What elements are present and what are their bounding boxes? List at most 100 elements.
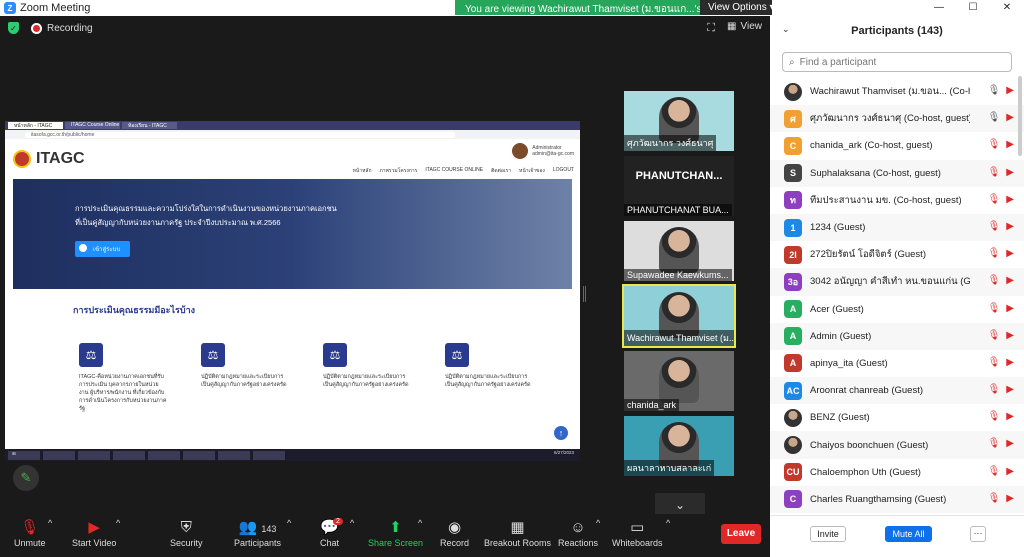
view-button[interactable]: ▦ View [727,21,762,32]
site-nav-item[interactable]: ภาพรวมโครงการ [380,167,418,175]
participant-row[interactable]: CU Chaloemphon Uth (Guest) 🎙 ▶ [770,459,1024,486]
more-options-button[interactable]: ··· [970,526,986,542]
close-icon[interactable]: ✕ [990,0,1024,16]
reactions-button[interactable]: ☺ Reactions [558,518,598,548]
hero-login-button[interactable]: เข้าสู่ระบบ [75,241,131,257]
minimize-icon[interactable]: — [922,0,956,16]
browser-tab[interactable]: ห้องเรียน - ITAGC [122,122,177,129]
chevron-up-icon[interactable]: ^ [596,518,600,528]
participant-search: ⌕ [782,52,1012,72]
taskbar-item[interactable] [183,450,215,460]
site-user[interactable]: Administrator admin@ita-gc.com [512,143,574,159]
view-label: View [740,21,763,32]
mic-off-icon: 🎙 [987,302,1001,314]
video-thumbnail[interactable]: ผลนาลาหาบสลาละเก่ [624,416,734,476]
participant-row[interactable]: C Charles Ruangthamsing (Guest) 🎙 ▶ [770,485,1024,513]
record-button[interactable]: ◉ Record [440,518,469,548]
record-label: Record [440,538,470,548]
view-options-button[interactable]: View Options ▾ [700,0,775,15]
participant-row[interactable]: Chaiyos boonchuen (Guest) 🎙 ▶ [770,431,1024,459]
recording-label: Recording [47,22,93,34]
browser-url[interactable]: itasofa.gcc.or.th/public/home [25,131,455,138]
site-nav-item[interactable]: ติดต่อเรา [491,167,511,175]
thumbnail-display-name: PHANUTCHAN... [635,170,723,182]
leave-button[interactable]: Leave [721,524,761,544]
taskbar-item[interactable] [148,450,180,460]
unmute-button[interactable]: 🎙 Unmute [14,518,46,548]
window-title: Zoom Meeting [20,2,91,14]
info-card[interactable]: ⚖ ปฏิบัติตามกฎหมายและระเบียบการเป็นคู่สั… [201,343,289,413]
annotate-pen-icon[interactable]: ✎ [13,465,39,491]
fullscreen-icon[interactable]: ⛶ [707,22,715,35]
search-input[interactable] [799,56,1000,68]
chat-button[interactable]: 💬 2 Chat [320,518,343,548]
chevron-up-icon[interactable]: ^ [418,518,422,528]
site-nav-item[interactable]: หน้าหลัก [353,167,372,175]
participant-row[interactable]: A Acer (Guest) 🎙 ▶ [770,296,1024,323]
video-thumbnail[interactable]: chanida_ark [624,351,734,411]
shared-screen[interactable]: หน้าหลัก - ITAGC ITAGC Course Online ห้อ… [5,121,580,461]
share-screen-button[interactable]: ⬆ Share Screen [368,518,423,548]
split-resize-handle[interactable] [583,286,586,302]
participant-row[interactable]: BENZ (Guest) 🎙 ▶ [770,404,1024,431]
avatar [784,408,802,427]
participant-row[interactable]: S Suphalaksana (Co-host, guest) 🎙 ▶ [770,159,1024,187]
info-card[interactable]: ⚖ ITAGC-คือหน่วยงานภาคเอกชนที่รับการประเ… [79,343,167,413]
encryption-shield-icon[interactable]: ✓ [8,22,19,34]
info-card[interactable]: ⚖ ปฏิบัติตามกฎหมายและระเบียบการเป็นคู่สั… [323,343,411,413]
taskbar-item[interactable] [218,450,250,460]
site-nav-item[interactable]: LOGOUT [553,167,574,175]
participant-row[interactable]: Cchanida_ark (Co-host, guest) 🎙 ▶ [770,132,1024,159]
maximize-icon[interactable]: ☐ [956,0,990,16]
taskbar-item[interactable] [43,450,75,460]
taskbar-item[interactable] [113,450,145,460]
browser-url-bar: itasofa.gcc.or.th/public/home [5,130,580,139]
participant-row[interactable]: Aapinya_ita (Guest) 🎙 ▶ [770,350,1024,377]
participant-video-feed [659,227,699,273]
invite-button[interactable]: Invite [810,526,846,542]
participant-name: apinya_ita (Guest) [810,357,888,369]
info-card[interactable]: ⚖ ปฏิบัติตามกฎหมายและระเบียบการเป็นคู่สั… [445,343,533,413]
card-row: ⚖ ITAGC-คือหน่วยงานภาคเอกชนที่รับการประเ… [79,343,533,413]
chevron-up-icon[interactable]: ^ [350,518,354,528]
participant-row[interactable]: ททีมประสานงาน มข. (Co-host, guest) 🎙 ▶ [770,187,1024,214]
browser-tab[interactable]: หน้าหลัก - ITAGC [8,122,63,129]
participant-row[interactable]: ศศุภวัฒนากร วงศ์ธนาศุ (Co-host, guest) 🎙 ▶ [770,105,1024,133]
site-nav-item[interactable]: ITAGC COURSE ONLINE [425,167,483,175]
mute-all-button[interactable]: Mute All [885,526,932,542]
whiteboards-button[interactable]: ▭ Whiteboards [612,518,663,548]
participants-button[interactable]: 👥 143 Participants [234,518,281,548]
chevron-down-icon[interactable]: ⌄ [782,24,790,35]
breakout-rooms-button[interactable]: ▦ Breakout Rooms [484,518,551,548]
video-thumbnail[interactable]: PHANUTCHAN... PHANUTCHANAT BUA... [624,156,734,216]
participant-row[interactable]: 3อ 3042 อนัญญา คำสีเทำ หน.ขอนแก่น (Guest)… [770,268,1024,296]
security-button[interactable]: ⛨ Security [170,518,203,548]
mic-off-icon: 🎙 [987,356,1001,368]
participant-list-scrollbar[interactable] [1018,76,1022,156]
chevron-up-icon[interactable]: ^ [48,518,52,528]
chevron-up-icon[interactable]: ^ [287,518,291,528]
chevron-up-icon[interactable]: ^ [116,518,120,528]
taskbar-item[interactable] [253,450,285,460]
taskbar-item[interactable] [78,450,110,460]
site-nav-item[interactable]: หน้าเจ้าของ [519,167,545,175]
video-thumbnail[interactable]: ศุภวัฒนากร วงศ์ธนาศุ [624,91,734,151]
chevron-up-icon[interactable]: ^ [666,518,670,528]
site-logo[interactable]: ITAGC [36,150,85,168]
video-thumbnail[interactable]: Wachirawut Thamviset (ม... [622,284,736,348]
taskbar-item[interactable]: ⊞ [8,450,40,460]
viewing-banner: You are viewing Wachirawut Thamviset (ม.… [455,0,700,15]
start-video-button[interactable]: ▶ Start Video [72,518,116,548]
participant-row[interactable]: 2I 272ปิยรัตน์ โอดีจิตร์ (Guest) 🎙 ▶ [770,241,1024,268]
participant-row[interactable]: 1 1234 (Guest) 🎙 ▶ [770,213,1024,242]
avatar: 1 [784,218,802,237]
video-thumbnail[interactable]: Supawadee Kaewkums... [624,221,734,281]
participant-row[interactable]: Wachirawut Thamviset (ม.ขอน... (Co-host)… [770,78,1024,105]
record-icon: ◉ [447,519,462,536]
participant-row[interactable]: AC Aroonrat chanreab (Guest) 🎙 ▶ [770,377,1024,405]
video-off-icon: ▶ [1006,411,1014,423]
browser-tab[interactable]: ITAGC Course Online [65,122,120,129]
scroll-top-button[interactable]: ↑ [554,426,568,440]
participants-label: Participants [234,538,282,548]
participant-row[interactable]: A Admin (Guest) 🎙 ▶ [770,322,1024,350]
